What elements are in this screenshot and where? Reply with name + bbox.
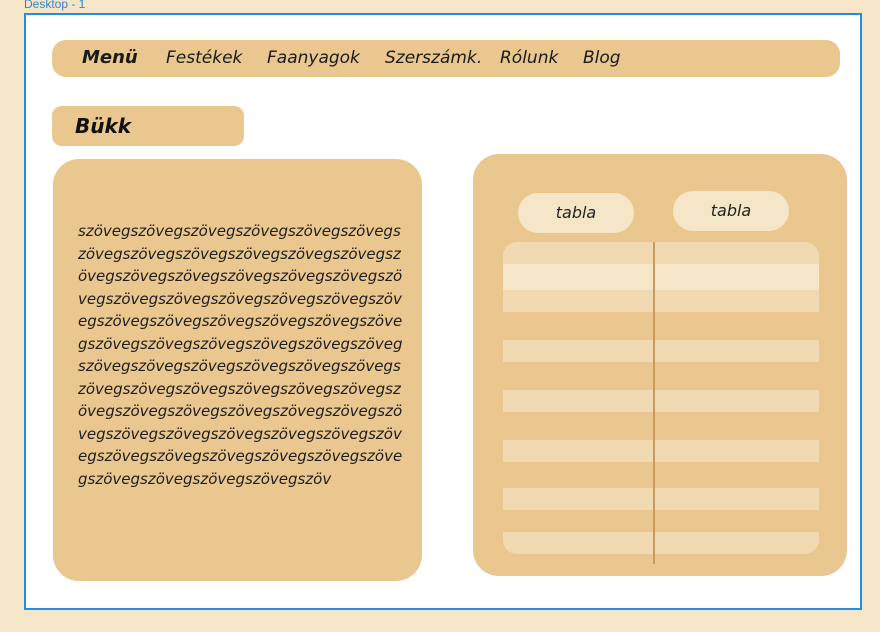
table-row: [503, 290, 819, 312]
column-divider: [653, 242, 655, 564]
table-row: [503, 390, 819, 412]
nav-item-rolunk[interactable]: Rólunk: [500, 48, 558, 68]
table-row-highlight: [503, 264, 819, 290]
nav-item-szerszamok[interactable]: Szerszámk.: [385, 48, 482, 68]
section-title: Bükk: [52, 106, 244, 146]
table-row: [503, 440, 819, 462]
frame-label: Desktop - 1: [24, 0, 86, 11]
nav-item-faanyagok[interactable]: Faanyagok: [267, 48, 360, 68]
top-navigation: Menü Festékek Faanyagok Szerszámk. Rólun…: [52, 40, 840, 77]
table-button-2[interactable]: tabla: [673, 191, 789, 231]
table-row: [503, 242, 819, 264]
data-table: [503, 242, 819, 564]
table-button-1[interactable]: tabla: [518, 193, 634, 233]
nav-item-festekek[interactable]: Festékek: [166, 48, 242, 68]
nav-item-menu[interactable]: Menü: [82, 48, 138, 68]
table-card: tabla tabla: [473, 154, 847, 576]
desktop-frame: Menü Festékek Faanyagok Szerszámk. Rólun…: [24, 13, 862, 610]
table-row: [503, 532, 819, 554]
body-text: szövegszövegszövegszövegszövegszövegszöv…: [78, 222, 403, 488]
text-card: szövegszövegszövegszövegszövegszövegszöv…: [53, 159, 422, 581]
nav-item-blog[interactable]: Blog: [583, 48, 621, 68]
table-row: [503, 488, 819, 510]
table-row: [503, 340, 819, 362]
